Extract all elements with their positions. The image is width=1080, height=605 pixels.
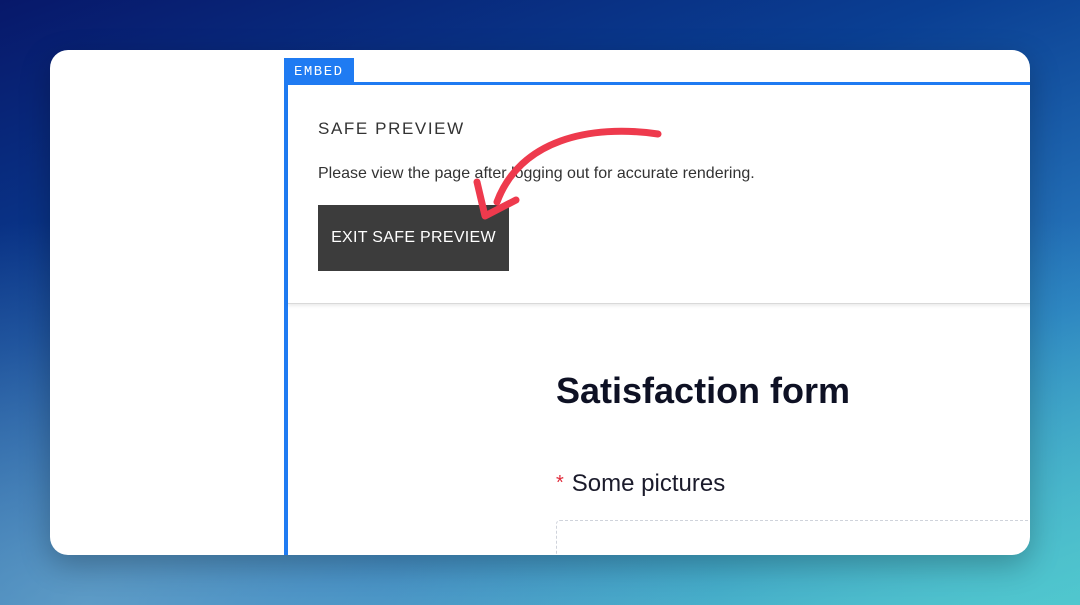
embed-tag: EMBED <box>284 58 354 82</box>
required-asterisk: * <box>556 472 564 494</box>
field-label-pictures: * Some pictures <box>556 470 725 498</box>
form-title: Satisfaction form <box>556 370 851 411</box>
safe-preview-title: SAFE PREVIEW <box>318 119 465 138</box>
safe-preview-description: Please view the page after logging out f… <box>318 165 755 182</box>
embedded-page-content: Satisfaction form * Some pictures <box>288 304 1030 555</box>
safe-preview-panel: SAFE PREVIEW Please view the page after … <box>288 85 1030 304</box>
picture-upload-area[interactable] <box>556 520 1030 555</box>
field-label-text: Some pictures <box>571 470 726 497</box>
editor-window: EMBED SAFE PREVIEW Please view the page … <box>50 50 1030 555</box>
exit-safe-preview-button[interactable]: EXIT SAFE PREVIEW <box>318 205 509 271</box>
